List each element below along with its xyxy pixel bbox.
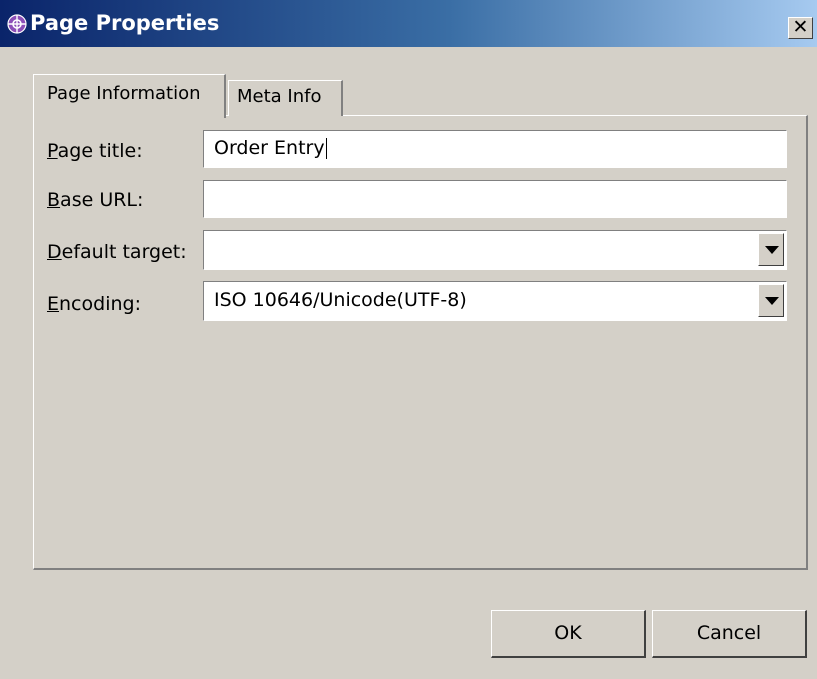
tab-meta-info[interactable]: Meta Info: [228, 80, 343, 116]
cancel-button[interactable]: Cancel: [652, 610, 807, 658]
page-title-label: Page title:: [47, 140, 143, 162]
page-title-input[interactable]: Order Entry: [203, 130, 787, 168]
encoding-value: ISO 10646/Unicode(UTF-8): [214, 289, 467, 311]
encoding-label: Encoding:: [47, 293, 141, 315]
chevron-down-icon[interactable]: [758, 233, 784, 266]
encoding-select[interactable]: ISO 10646/Unicode(UTF-8): [203, 281, 787, 321]
title-bar[interactable]: Page Properties ✕: [0, 0, 817, 47]
close-button[interactable]: ✕: [788, 17, 813, 39]
tab-label: Meta Info: [237, 86, 322, 107]
close-icon: ✕: [792, 16, 809, 38]
ok-button[interactable]: OK: [491, 610, 646, 658]
default-target-label: Default target:: [47, 241, 187, 263]
tab-page-information[interactable]: Page Information: [33, 74, 226, 118]
window-title: Page Properties: [30, 11, 220, 35]
base-url-label: Base URL:: [47, 189, 144, 211]
chevron-down-icon[interactable]: [758, 284, 784, 317]
base-url-input[interactable]: [203, 180, 787, 218]
default-target-select[interactable]: [203, 230, 787, 270]
page-properties-icon: [7, 14, 27, 34]
text-caret: [325, 138, 327, 159]
page-title-value: Order Entry: [214, 137, 325, 159]
page-properties-dialog: Page Properties ✕ Page Information Meta …: [0, 0, 817, 679]
tab-label: Page Information: [47, 83, 201, 104]
